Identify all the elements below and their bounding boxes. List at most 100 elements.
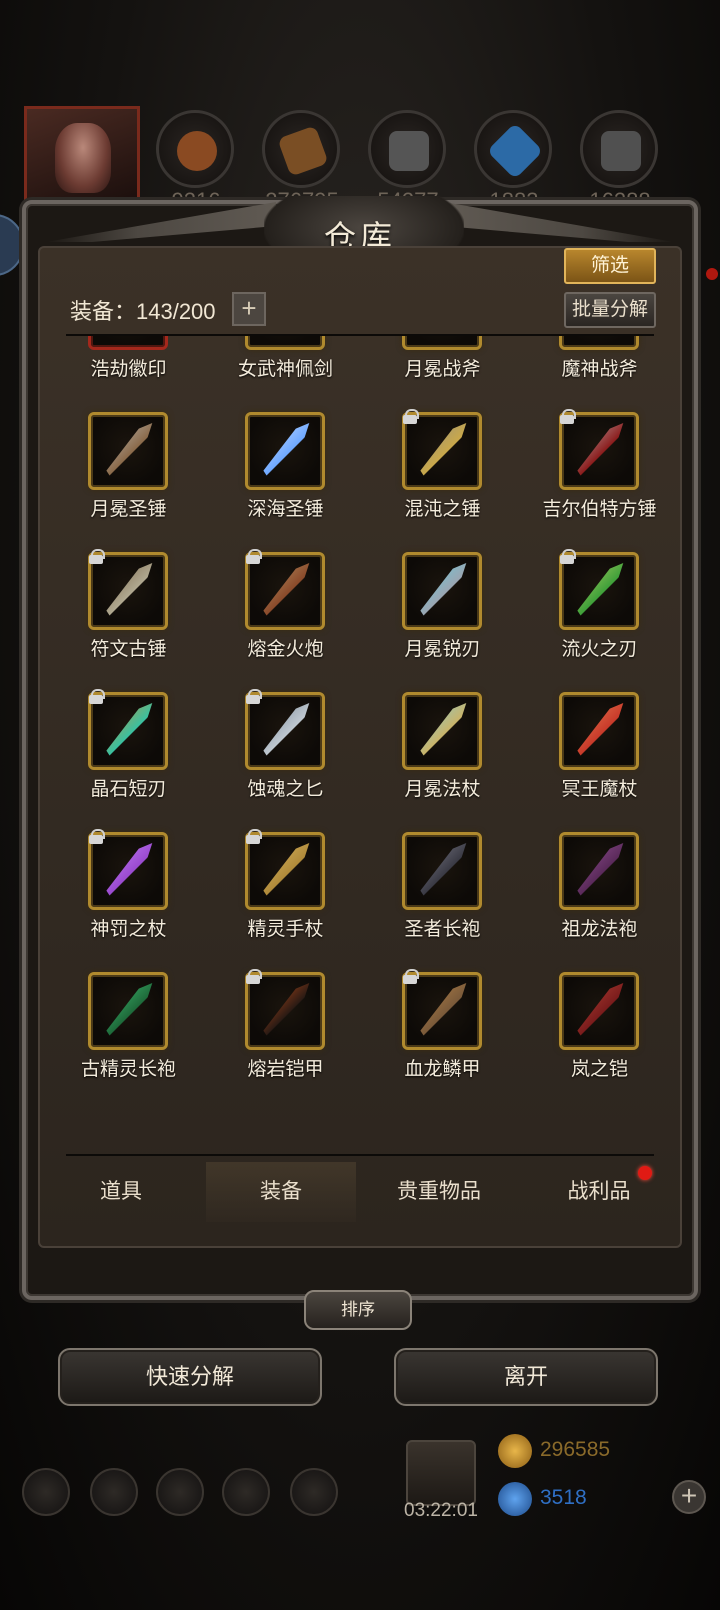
tab-items[interactable]: 道具 (46, 1162, 196, 1222)
item-slot[interactable] (402, 552, 482, 630)
tab-valuables[interactable]: 贵重物品 (364, 1162, 514, 1222)
item-slot[interactable] (88, 689, 168, 770)
lock-icon (246, 829, 262, 844)
item-slot[interactable] (559, 972, 639, 1050)
tab-loot[interactable]: 战利品 (524, 1162, 674, 1222)
item-name: 女武神佩剑 (237, 359, 333, 380)
item-cell[interactable]: 蚀魂之匕 (207, 689, 364, 832)
item-slot[interactable] (88, 972, 168, 1050)
tab-loot-label: 战利品 (567, 1180, 631, 1203)
player-avatar[interactable] (24, 106, 140, 208)
item-slot[interactable] (402, 336, 482, 350)
mail-icon[interactable] (222, 1468, 270, 1516)
item-cell[interactable]: 月冕锐刃 (364, 552, 521, 692)
item-name: 流火之刃 (561, 639, 638, 660)
item-icon (577, 843, 624, 899)
resource-stone-icon[interactable] (368, 110, 446, 188)
item-slot[interactable] (402, 832, 482, 910)
item-slot[interactable] (88, 549, 168, 630)
item-name: 熔金火炮 (247, 639, 324, 660)
item-cell[interactable]: 月冕战斧 (364, 336, 521, 412)
avatar-portrait (55, 123, 111, 193)
item-cell[interactable]: 晶石短刃 (50, 689, 207, 832)
item-cell[interactable]: 岚之铠 (521, 972, 678, 1112)
item-cell[interactable]: 流火之刃 (521, 549, 678, 692)
item-cell[interactable]: 熔金火炮 (207, 549, 364, 692)
item-slot[interactable] (88, 412, 168, 490)
item-name: 混沌之锤 (404, 499, 481, 520)
item-name: 祖龙法袍 (561, 919, 638, 940)
gold-value: 296585 (540, 1438, 611, 1461)
item-grid[interactable]: 浩劫徽印 女武神佩剑 月冕战斧 魔神战斧 月冕圣锤 深海圣锤 混沌之锤 吉尔伯特方锤 符文古锤熔… (50, 336, 678, 1152)
item-cell[interactable]: 圣者长袍 (364, 832, 521, 972)
item-slot[interactable] (559, 692, 639, 770)
tab-equipment[interactable]: 装备 (206, 1162, 356, 1222)
item-name: 岚之铠 (570, 1059, 628, 1080)
item-slot[interactable] (245, 412, 325, 490)
item-slot[interactable] (402, 692, 482, 770)
item-slot[interactable] (402, 409, 482, 490)
item-name: 晶石短刃 (90, 779, 167, 800)
item-icon (263, 983, 310, 1039)
item-name: 魔神战斧 (561, 359, 638, 380)
item-slot[interactable] (245, 336, 325, 350)
castle-icon[interactable] (156, 1468, 204, 1516)
item-slot[interactable] (245, 549, 325, 630)
item-slot[interactable] (88, 336, 168, 350)
item-cell[interactable]: 月冕法杖 (364, 692, 521, 832)
item-cell[interactable]: 混沌之锤 (364, 409, 521, 552)
resource-iron-icon[interactable] (580, 110, 658, 188)
item-cell[interactable]: 神罚之杖 (50, 829, 207, 972)
item-slot[interactable] (559, 336, 639, 350)
settings-icon[interactable] (22, 1468, 70, 1516)
star-icon[interactable] (90, 1468, 138, 1516)
item-cell[interactable]: 血龙鳞甲 (364, 969, 521, 1112)
filter-button[interactable]: 筛选 (564, 248, 656, 284)
lock-icon (560, 409, 576, 424)
gift-box-icon[interactable] (406, 1440, 476, 1506)
resource-wood-icon[interactable] (262, 110, 340, 188)
item-icon (420, 983, 467, 1039)
item-cell[interactable]: 女武神佩剑 (207, 336, 364, 412)
item-slot[interactable] (559, 549, 639, 630)
leave-button[interactable]: 离开 (394, 1348, 658, 1406)
item-cell[interactable]: 月冕圣锤 (50, 412, 207, 552)
item-icon (263, 703, 310, 759)
resource-gourd-icon[interactable] (156, 110, 234, 188)
lock-icon (403, 409, 419, 424)
warehouse-dialog: 仓库 筛选 批量分解 装备：143/200 + 浩劫徽印 女武神佩剑 月冕战斧 魔神战… (22, 196, 698, 1330)
item-cell[interactable]: 浩劫徽印 (50, 336, 207, 412)
item-slot[interactable] (245, 969, 325, 1050)
item-slot[interactable] (245, 829, 325, 910)
item-name: 符文古锤 (90, 639, 167, 660)
item-cell[interactable]: 吉尔伯特方锤 (521, 409, 678, 552)
item-slot[interactable] (559, 409, 639, 490)
item-name: 月冕法杖 (404, 779, 481, 800)
item-cell[interactable]: 冥王魔杖 (521, 692, 678, 832)
item-cell[interactable]: 熔岩铠甲 (207, 969, 364, 1112)
item-icon (263, 336, 310, 339)
quick-decompose-button[interactable]: 快速分解 (58, 1348, 322, 1406)
add-currency-button[interactable]: + (672, 1480, 706, 1514)
notification-dot (638, 1166, 652, 1180)
item-icon (263, 423, 310, 479)
item-icon (577, 423, 624, 479)
bulk-decompose-button[interactable]: 批量分解 (564, 292, 656, 328)
resource-crystal-icon[interactable] (474, 110, 552, 188)
expand-capacity-button[interactable]: + (232, 292, 266, 326)
item-cell[interactable]: 符文古锤 (50, 549, 207, 692)
gift-timer: 03:22:01 (404, 1500, 478, 1521)
item-slot[interactable] (245, 689, 325, 770)
item-cell[interactable]: 祖龙法袍 (521, 832, 678, 972)
item-cell[interactable]: 魔神战斧 (521, 336, 678, 412)
item-cell[interactable]: 深海圣锤 (207, 412, 364, 552)
item-slot[interactable] (402, 969, 482, 1050)
item-slot[interactable] (559, 832, 639, 910)
item-slot[interactable] (88, 829, 168, 910)
item-name: 圣者长袍 (404, 919, 481, 940)
sort-button[interactable]: 排序 (304, 1290, 412, 1330)
item-cell[interactable]: 精灵手杖 (207, 829, 364, 972)
item-cell[interactable]: 古精灵长袍 (50, 972, 207, 1112)
box-icon[interactable] (290, 1468, 338, 1516)
item-icon (420, 703, 467, 759)
